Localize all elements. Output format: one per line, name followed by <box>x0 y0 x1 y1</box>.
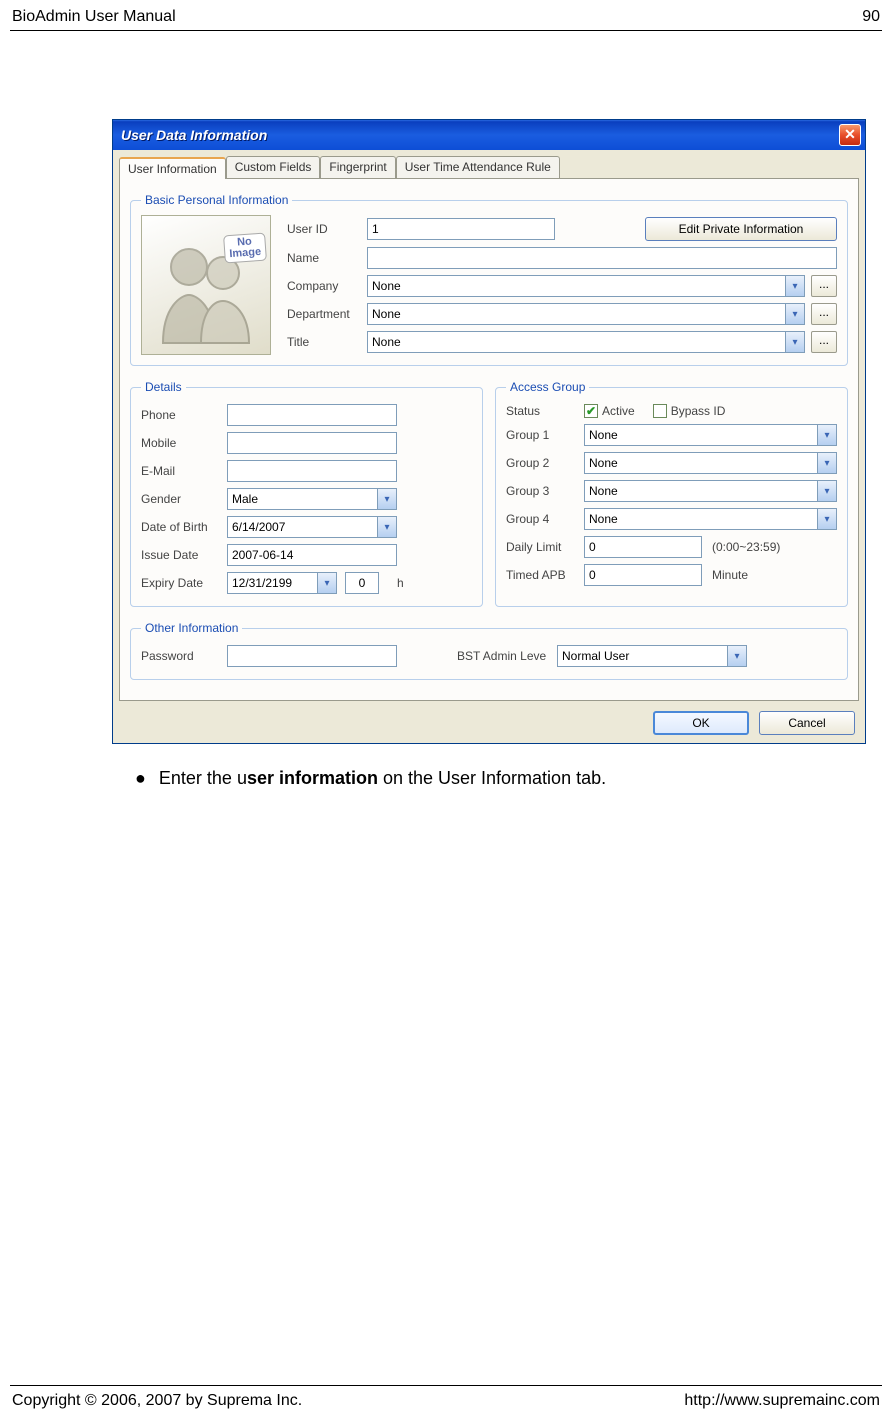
label-department: Department <box>287 307 367 321</box>
chevron-down-icon[interactable]: ▾ <box>817 480 837 502</box>
name-input[interactable] <box>367 247 837 269</box>
window-title: User Data Information <box>121 127 267 143</box>
label-expiry-unit: h <box>397 576 404 590</box>
instruction-text-bold: ser information <box>247 768 378 788</box>
cancel-button[interactable]: Cancel <box>759 711 855 735</box>
fieldset-other: Other Information Password BST Admin Lev… <box>130 621 848 680</box>
group1-select[interactable]: None <box>584 424 817 446</box>
fieldset-basic: Basic Personal Information <box>130 193 848 366</box>
label-group2: Group 2 <box>506 456 584 470</box>
password-input[interactable] <box>227 645 397 667</box>
legend-other: Other Information <box>141 621 242 635</box>
daily-limit-input[interactable] <box>584 536 702 558</box>
page-number: 90 <box>862 8 880 26</box>
title-browse-button[interactable]: ... <box>811 331 837 353</box>
label-title: Title <box>287 335 367 349</box>
fieldset-access-group: Access Group Status ✔ Active Bypass ID G… <box>495 380 848 607</box>
label-expiry-date: Expiry Date <box>141 576 227 590</box>
chevron-down-icon[interactable]: ▾ <box>377 516 397 538</box>
bypass-checkbox[interactable] <box>653 404 667 418</box>
tab-panel: Basic Personal Information <box>119 178 859 701</box>
label-bst-admin: BST Admin Leve <box>457 649 557 663</box>
chevron-down-icon[interactable]: ▾ <box>727 645 747 667</box>
label-timed-apb: Timed APB <box>506 568 584 582</box>
chevron-down-icon[interactable]: ▾ <box>785 331 805 353</box>
phone-input[interactable] <box>227 404 397 426</box>
user-data-dialog: User Data Information ✕ User Information… <box>112 119 866 744</box>
bst-admin-select[interactable]: Normal User <box>557 645 727 667</box>
company-select[interactable]: None <box>367 275 785 297</box>
mobile-input[interactable] <box>227 432 397 454</box>
label-user-id: User ID <box>287 222 367 236</box>
user-id-input[interactable] <box>367 218 555 240</box>
tab-fingerprint[interactable]: Fingerprint <box>320 156 395 178</box>
footer-url: http://www.supremainc.com <box>684 1392 880 1410</box>
instruction-text-post: on the User Information tab. <box>378 768 606 788</box>
no-image-badge: NoImage <box>223 233 267 264</box>
active-checkbox[interactable]: ✔ <box>584 404 598 418</box>
department-select[interactable]: None <box>367 303 785 325</box>
label-dob: Date of Birth <box>141 520 227 534</box>
title-select[interactable]: None <box>367 331 785 353</box>
dob-select[interactable]: 6/14/2007 <box>227 516 377 538</box>
email-input[interactable] <box>227 460 397 482</box>
tabstrip: User Information Custom Fields Fingerpri… <box>113 150 865 178</box>
footer-copyright: Copyright © 2006, 2007 by Suprema Inc. <box>12 1392 302 1410</box>
group4-select[interactable]: None <box>584 508 817 530</box>
chevron-down-icon[interactable]: ▾ <box>817 424 837 446</box>
user-photo[interactable]: NoImage <box>141 215 271 355</box>
fieldset-details: Details Phone Mobile E-Mail Gender Male … <box>130 380 483 607</box>
label-email: E-Mail <box>141 464 227 478</box>
label-issue-date: Issue Date <box>141 548 227 562</box>
gender-select[interactable]: Male <box>227 488 377 510</box>
group3-select[interactable]: None <box>584 480 817 502</box>
expiry-date-select[interactable]: 12/31/2199 <box>227 572 317 594</box>
timed-apb-input[interactable] <box>584 564 702 586</box>
edit-private-button[interactable]: Edit Private Information <box>645 217 837 241</box>
label-group3: Group 3 <box>506 484 584 498</box>
bullet-icon: ● <box>135 768 146 788</box>
label-bypass: Bypass ID <box>671 404 726 418</box>
tab-user-information[interactable]: User Information <box>119 157 226 179</box>
label-active: Active <box>602 404 635 418</box>
label-apb-unit: Minute <box>712 568 748 582</box>
legend-details: Details <box>141 380 186 394</box>
label-status: Status <box>506 404 584 418</box>
label-phone: Phone <box>141 408 227 422</box>
label-daily-limit: Daily Limit <box>506 540 584 554</box>
company-browse-button[interactable]: ... <box>811 275 837 297</box>
label-gender: Gender <box>141 492 227 506</box>
chevron-down-icon[interactable]: ▾ <box>377 488 397 510</box>
chevron-down-icon[interactable]: ▾ <box>317 572 337 594</box>
label-company: Company <box>287 279 367 293</box>
chevron-down-icon[interactable]: ▾ <box>817 452 837 474</box>
titlebar[interactable]: User Data Information ✕ <box>113 120 865 150</box>
chevron-down-icon[interactable]: ▾ <box>817 508 837 530</box>
legend-basic: Basic Personal Information <box>141 193 292 207</box>
label-group1: Group 1 <box>506 428 584 442</box>
header-title: BioAdmin User Manual <box>12 8 176 26</box>
close-icon[interactable]: ✕ <box>839 124 861 146</box>
tab-user-time-attendance[interactable]: User Time Attendance Rule <box>396 156 560 178</box>
department-browse-button[interactable]: ... <box>811 303 837 325</box>
tab-custom-fields[interactable]: Custom Fields <box>226 156 321 178</box>
header-divider <box>10 30 882 31</box>
ok-button[interactable]: OK <box>653 711 749 735</box>
instruction-bullet: ● Enter the user information on the User… <box>135 768 892 789</box>
label-name: Name <box>287 251 367 265</box>
group2-select[interactable]: None <box>584 452 817 474</box>
chevron-down-icon[interactable]: ▾ <box>785 303 805 325</box>
legend-access-group: Access Group <box>506 380 589 394</box>
label-password: Password <box>141 649 227 663</box>
label-group4: Group 4 <box>506 512 584 526</box>
issue-date-input[interactable] <box>227 544 397 566</box>
instruction-text-pre: Enter the u <box>159 768 247 788</box>
label-mobile: Mobile <box>141 436 227 450</box>
daily-limit-hint: (0:00~23:59) <box>712 540 780 554</box>
chevron-down-icon[interactable]: ▾ <box>785 275 805 297</box>
expiry-hour-input[interactable] <box>345 572 379 594</box>
